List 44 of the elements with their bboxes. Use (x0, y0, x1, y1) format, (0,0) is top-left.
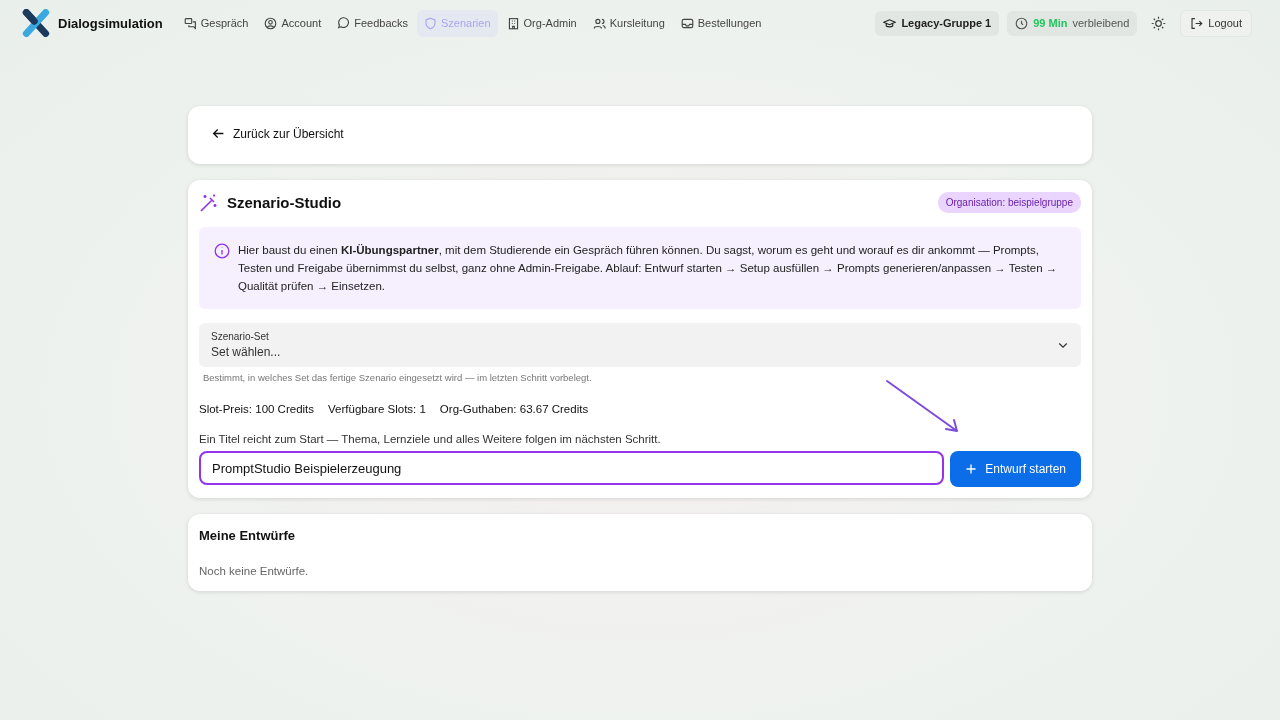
title-input-field[interactable]: PromptStudio Beispielerzeugung (199, 451, 945, 485)
plus-icon (965, 463, 978, 475)
message-icon (337, 16, 351, 30)
back-link[interactable]: Zurück zur Übersicht (212, 126, 344, 141)
select-hint: Bestimmt, in welches Set das fertige Szenario eingesetzt wird — im letzten Schritt vorbelegt. (203, 372, 593, 383)
users-icon (592, 16, 606, 30)
nav-link[interactable]: Kursleitung (585, 9, 672, 37)
minutes-label: verbleibend (1072, 17, 1130, 29)
organisation-badge: Organisation: beispielgruppe (937, 192, 1081, 213)
nav-link[interactable]: Org-Admin (499, 9, 584, 37)
logout-button[interactable]: Logout (1180, 9, 1252, 37)
group-badge[interactable]: Legacy-Gruppe 1 (875, 10, 1000, 36)
nav-link[interactable]: Feedbacks (330, 9, 415, 37)
credit-stat: Verfügbare Slots: 1 (328, 403, 426, 415)
graduation-cap-icon (883, 16, 897, 30)
building-icon (506, 16, 520, 30)
select-label: Szenario-Set (211, 331, 270, 342)
user-icon (264, 16, 278, 30)
info-icon (214, 243, 230, 259)
app-name: Dialogsimulation (58, 15, 163, 31)
scenario-set-select[interactable]: Szenario-Set Set wählen... (199, 323, 1081, 367)
shield-icon (424, 16, 437, 30)
group-name: Legacy-Gruppe 1 (901, 17, 992, 29)
nav-link[interactable]: Gespräch (176, 9, 256, 37)
chat-icon (183, 16, 197, 30)
credit-stat: Slot-Preis: 100 Credits (199, 403, 315, 415)
logout-icon (1190, 16, 1204, 30)
drafts-title: Meine Entwürfe (199, 528, 297, 543)
inbox-icon (680, 16, 694, 30)
minutes-value: 99 Min (1033, 17, 1068, 29)
title-hint: Ein Titel reicht zum Start — Thema, Lernziele und alles Weitere folgen im nächsten Schritt. (199, 433, 662, 445)
arrow-left-icon (212, 127, 225, 140)
start-draft-button[interactable]: Entwurf starten (950, 451, 1081, 487)
info-text: Hier baust du einen KI-Übungspartner, mit dem Studierende ein Gespräch führen können. Du sagst, worum es geht und worauf es dir ankommt — Prompts, Testen und Freigabe übernimmst du selbst, ganz ohne Admin-Freigabe. Ablauf: Entwurf starten → Setup ausfüllen → Prompts generieren/anpassen → Testen → Qualität prüfen → Einsetzen. (238, 243, 1059, 294)
empty-drafts-text: Noch keine Entwürfe. (199, 565, 310, 577)
nav-link[interactable]: Bestellungen (673, 9, 769, 37)
x-logo-icon (22, 9, 50, 37)
select-value: Set wählen... (211, 345, 281, 359)
credit-stat: Org-Guthaben: 63.67 Credits (439, 403, 589, 415)
sun-icon (1151, 15, 1167, 31)
clock-icon (1015, 16, 1029, 30)
nav-link[interactable]: Account (257, 9, 329, 37)
magic-wand-icon (199, 192, 219, 213)
studio-title: Szenario-Studio (227, 194, 342, 211)
